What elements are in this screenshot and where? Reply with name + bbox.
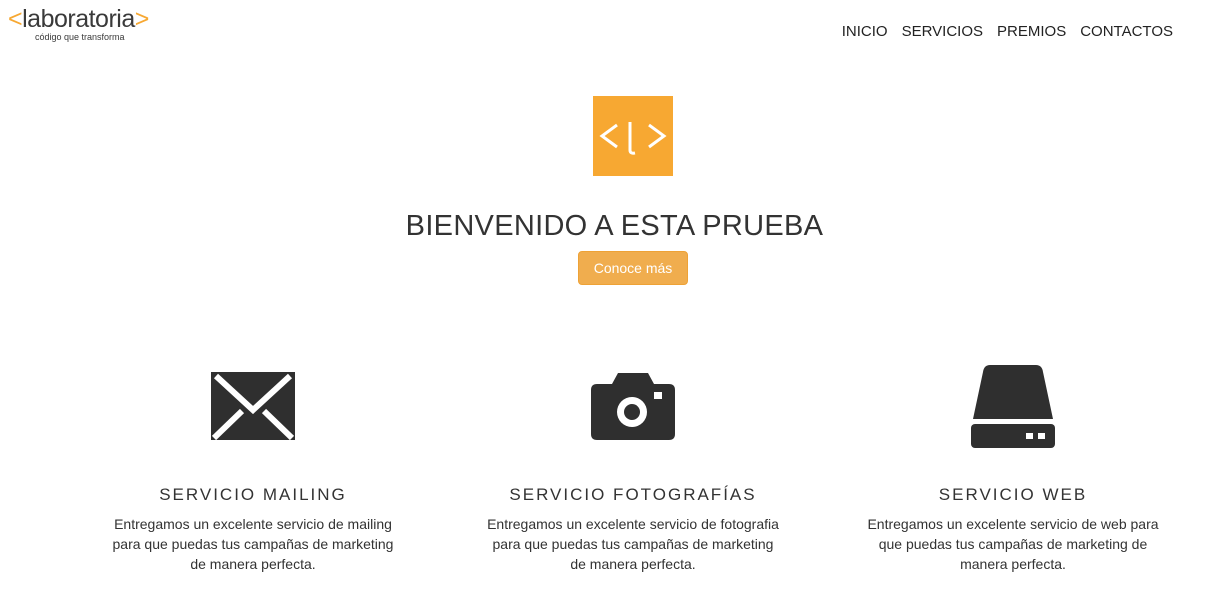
- service-web: SERVICIO WEB Entregamos un excelente ser…: [853, 360, 1173, 574]
- service-title: SERVICIO MAILING: [159, 485, 347, 504]
- service-fotografias: SERVICIO FOTOGRAFÍAS Entregamos un excel…: [473, 360, 793, 574]
- brand-name: laboratoria: [22, 5, 135, 33]
- brand-logo[interactable]: <laboratoria> código que transforma: [8, 4, 168, 44]
- service-title: SERVICIO WEB: [938, 485, 1088, 504]
- brand-tagline: código que transforma: [35, 32, 125, 42]
- service-description: Entregamos un excelente servicio de foto…: [487, 516, 779, 572]
- service-description: Entregamos un excelente servicio de mail…: [112, 516, 394, 572]
- service-description: Entregamos un excelente servicio de web …: [867, 516, 1159, 572]
- hard-drive-icon: [853, 360, 1173, 452]
- nav-item-premios[interactable]: PREMIOS: [997, 22, 1066, 42]
- nav-item-inicio[interactable]: INICIO: [842, 22, 888, 42]
- nav-item-servicios[interactable]: SERVICIOS: [902, 22, 983, 42]
- service-mailing: SERVICIO MAILING Entregamos un excelente…: [93, 360, 413, 574]
- brand-wordmark: <laboratoria>: [8, 4, 149, 34]
- service-title: SERVICIO FOTOGRAFÍAS: [509, 485, 757, 504]
- conoce-mas-button[interactable]: Conoce más: [578, 251, 688, 285]
- page-title: BIENVENIDO A ESTA PRUEBA: [405, 210, 824, 242]
- main-nav: INICIO SERVICIOS PREMIOS CONTACTOS: [842, 22, 1173, 42]
- brand-bracket-close: >: [134, 5, 150, 33]
- envelope-icon: [93, 360, 413, 452]
- laboratoria-logo-icon: [593, 96, 673, 176]
- brand-bracket-open: <: [8, 5, 23, 33]
- camera-icon: [473, 360, 793, 452]
- nav-item-contactos[interactable]: CONTACTOS: [1080, 22, 1173, 42]
